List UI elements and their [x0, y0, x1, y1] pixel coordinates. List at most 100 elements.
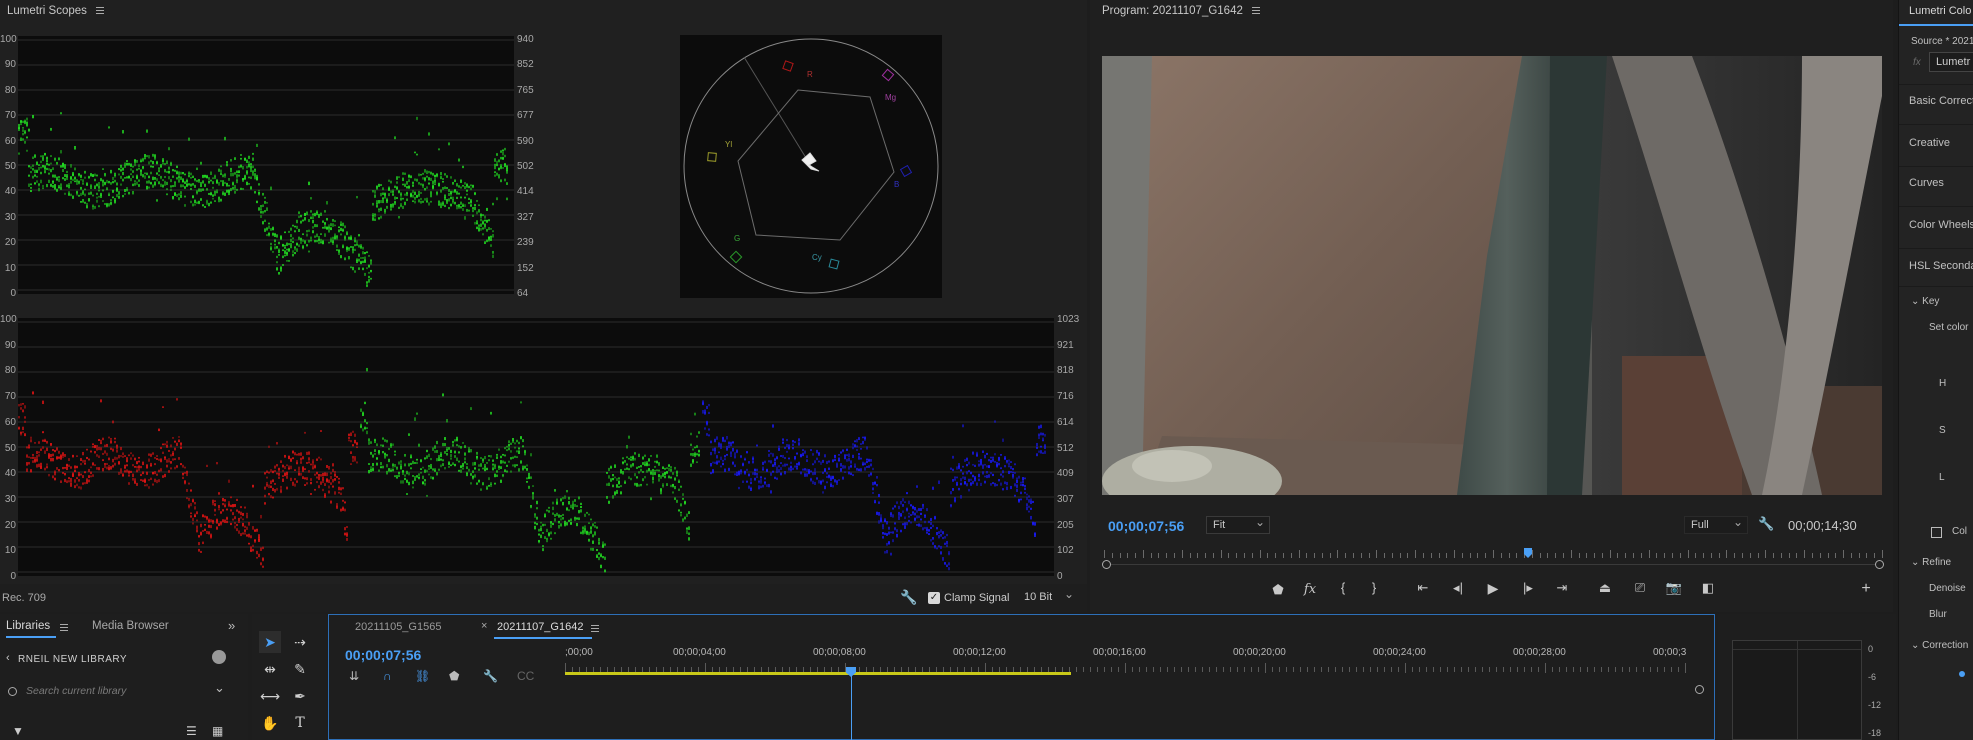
captions-icon[interactable]: CC: [517, 669, 534, 683]
key-disclosure[interactable]: ⌄ Key: [1911, 296, 1939, 307]
button-editor-plus-icon[interactable]: +: [1856, 580, 1876, 598]
panel-menu-icon[interactable]: [1252, 7, 1261, 15]
clamp-signal-label: Clamp Signal: [944, 592, 1010, 604]
refine-disclosure[interactable]: ⌄ Refine: [1911, 557, 1951, 568]
track-select-tool-icon[interactable]: ⇢: [289, 631, 311, 653]
playhead-line: [851, 675, 852, 740]
axis-tick-label: 0: [10, 288, 16, 299]
color-gray-checkbox[interactable]: [1931, 527, 1942, 538]
axis-tick-label: 409: [1057, 468, 1074, 480]
mark-in-icon[interactable]: {: [1333, 580, 1353, 595]
type-tool-icon[interactable]: T: [289, 712, 311, 734]
panel-overflow-icon[interactable]: »: [228, 618, 235, 633]
waveform-trace: [18, 391, 358, 568]
vectorscope: R Mg B Cy G Yl: [680, 35, 942, 298]
snap-icon[interactable]: ∩: [383, 669, 392, 683]
bit-depth-dropdown[interactable]: 10 Bit: [1018, 587, 1078, 605]
scopes-panel-title[interactable]: Lumetri Scopes: [7, 5, 105, 17]
tab-sequence-inactive[interactable]: 20211105_G1565: [355, 621, 441, 633]
nest-sequence-icon[interactable]: ⇊: [349, 669, 359, 683]
out-handle[interactable]: [1875, 560, 1884, 569]
axis-tick-label: 40: [4, 186, 16, 198]
program-current-timecode[interactable]: 00;00;07;56: [1108, 518, 1184, 534]
luminance-label: L: [1939, 472, 1945, 483]
fit-dropdown[interactable]: Fit: [1206, 515, 1270, 534]
effect-dropdown[interactable]: Lumetr: [1929, 52, 1973, 72]
grid-view-icon[interactable]: ▦: [212, 724, 223, 738]
comparison-view-icon[interactable]: ◧: [1698, 580, 1718, 596]
tab-media-browser[interactable]: Media Browser: [92, 620, 169, 632]
vector-label-b: B: [894, 180, 899, 189]
wrench-icon[interactable]: 🔧: [900, 589, 917, 606]
correction-disclosure[interactable]: ⌄ Correction: [1911, 640, 1968, 651]
panel-menu-icon[interactable]: [60, 624, 68, 631]
scopes-title-text: Lumetri Scopes: [7, 5, 87, 17]
lift-icon[interactable]: ⏏: [1595, 580, 1615, 596]
section-hsl-secondary[interactable]: HSL Secondar: [1909, 260, 1973, 272]
linked-selection-icon[interactable]: ⛓: [415, 669, 430, 683]
section-curves[interactable]: Curves: [1909, 177, 1944, 189]
lumetri-source[interactable]: Source * 2021: [1911, 36, 1973, 47]
slip-tool-icon[interactable]: ⟷: [259, 685, 281, 707]
close-tab-icon[interactable]: ×: [481, 620, 487, 632]
axis-tick-label: 40: [4, 468, 16, 480]
refine-label: Refine: [1922, 557, 1952, 568]
axis-tick-label: 414: [517, 186, 534, 198]
collaborators-icon[interactable]: [212, 650, 226, 664]
axis-tick-label: 502: [517, 161, 534, 172]
fx-badge-icon: fx: [1913, 57, 1921, 68]
add-marker-icon[interactable]: ⬟: [449, 669, 459, 683]
program-time-ruler[interactable]: [1102, 548, 1884, 576]
add-marker-icon[interactable]: ⬟: [1268, 582, 1288, 598]
clamp-signal-checkbox[interactable]: ✓: [928, 592, 940, 604]
tab-libraries[interactable]: Libraries: [6, 620, 50, 632]
work-area-bar[interactable]: [565, 672, 1071, 675]
extract-icon[interactable]: ⎚: [1630, 580, 1650, 596]
section-basic-correction[interactable]: Basic Correct: [1909, 95, 1973, 107]
mark-out-icon[interactable]: }: [1364, 580, 1384, 595]
vector-label-cy: Cy: [812, 253, 822, 262]
panel-menu-icon[interactable]: [96, 7, 105, 15]
zoom-handle[interactable]: [1695, 685, 1704, 694]
play-icon[interactable]: ▶: [1483, 580, 1503, 597]
blur-label: Blur: [1929, 609, 1947, 620]
hand-tool-icon[interactable]: ✋: [259, 712, 281, 734]
in-handle[interactable]: [1102, 560, 1111, 569]
filter-icon[interactable]: ▼: [12, 724, 24, 738]
axis-tick-label: 10: [4, 545, 16, 557]
library-search-input[interactable]: Search current library: [26, 685, 126, 697]
ripple-edit-tool-icon[interactable]: ⇹: [259, 658, 281, 680]
ruler-time-label: ;00;00: [565, 647, 593, 658]
section-creative[interactable]: Creative: [1909, 137, 1950, 149]
tab-sequence-active[interactable]: 20211107_G1642: [497, 621, 583, 633]
library-name[interactable]: RNEIL NEW LIBRARY: [18, 654, 127, 665]
go-to-out-icon[interactable]: ⇥: [1552, 580, 1572, 596]
fx-icon[interactable]: fx: [1300, 582, 1320, 597]
axis-tick-label: 818: [1057, 365, 1074, 377]
program-video-frame[interactable]: [1102, 56, 1882, 495]
timeline-current-timecode[interactable]: 00;00;07;56: [345, 647, 421, 663]
active-tab-underline: [6, 636, 56, 638]
ruler-track: [1104, 564, 1882, 565]
timeline-ruler[interactable]: ;00;00 00;00;04;00 00;00;08;00 00;00;12;00 0…: [565, 641, 1705, 701]
lumetri-tab[interactable]: Lumetri Colo: [1899, 0, 1973, 26]
program-panel-title[interactable]: Program: 20211107_G1642: [1102, 5, 1261, 17]
quality-dropdown[interactable]: Full: [1684, 515, 1748, 534]
go-to-in-icon[interactable]: ⇤: [1413, 580, 1433, 596]
program-title-text: Program: 20211107_G1642: [1102, 5, 1243, 17]
axis-tick-label: 50: [4, 161, 16, 172]
selection-tool-icon[interactable]: ➤: [259, 631, 281, 653]
sort-icon[interactable]: ☰: [186, 724, 197, 738]
pen-tool-icon[interactable]: ✒: [289, 685, 311, 707]
chevron-down-icon[interactable]: ⌄: [214, 680, 225, 696]
wrench-icon[interactable]: 🔧: [483, 669, 498, 683]
step-forward-icon[interactable]: |▸: [1518, 580, 1538, 596]
step-back-icon[interactable]: ◂|: [1448, 580, 1468, 596]
razor-tool-icon[interactable]: ✎: [289, 658, 311, 680]
panel-menu-icon[interactable]: [591, 625, 599, 632]
back-chevron-icon[interactable]: ‹: [6, 652, 10, 664]
section-color-wheels[interactable]: Color Wheels: [1909, 219, 1973, 231]
wrench-icon[interactable]: 🔧: [1758, 516, 1774, 532]
export-frame-icon[interactable]: 📷: [1664, 580, 1684, 596]
ruler-time-label: 00;00;16;00: [1093, 647, 1146, 658]
